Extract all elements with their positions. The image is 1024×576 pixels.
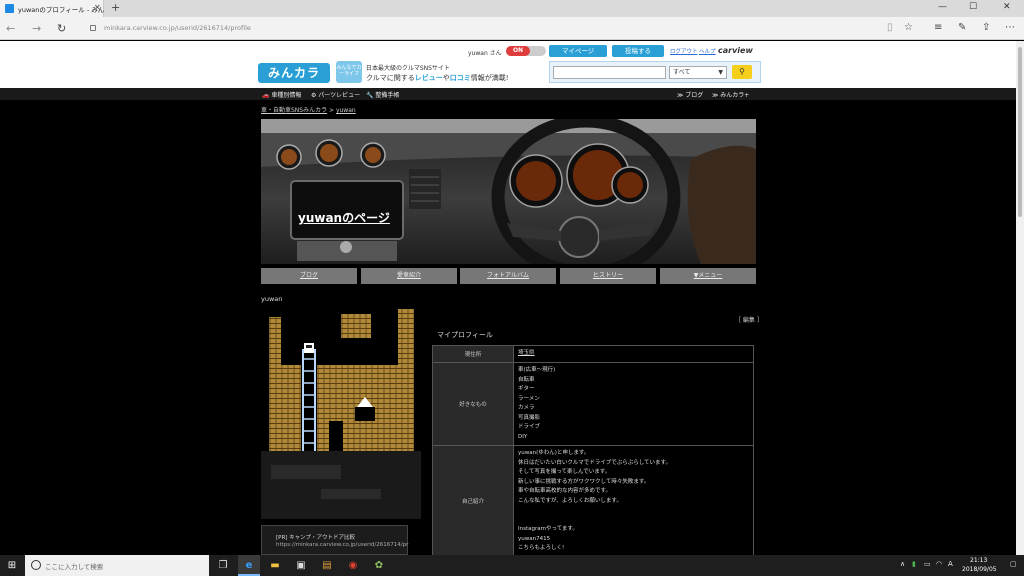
windows-start-icon[interactable]: ⊞ xyxy=(0,555,24,576)
search-input[interactable] xyxy=(553,66,666,79)
favorite-star-icon[interactable]: ☆ xyxy=(904,22,913,33)
tab-photo-album[interactable]: フォトアルバム xyxy=(460,268,556,284)
app-icon[interactable]: ✿ xyxy=(368,555,390,576)
taskbar-search-box[interactable]: ここに入力して検索 🎙 xyxy=(25,555,230,576)
nav-car-info[interactable]: 🚗 車種別情報 xyxy=(262,90,301,99)
breadcrumb-home[interactable]: 車・自動車SNSみんカラ xyxy=(261,107,327,114)
banner-title[interactable]: yuwanのページ xyxy=(298,209,390,226)
close-tab-icon[interactable]: ✕ xyxy=(94,3,101,12)
task-view-icon[interactable]: ❐ xyxy=(212,555,234,576)
url-field[interactable]: minkara.carview.co.jp/userid/2616714/pro… xyxy=(104,24,251,32)
nav-minkara-plus[interactable]: ≫ みんカラ+ xyxy=(712,90,749,99)
section-title: マイプロフィール xyxy=(437,331,493,339)
tab-car[interactable]: 愛車紹介 xyxy=(361,268,457,284)
page-viewport: みんカラ みんなでカーライフ 日本最大級のクルマSNSサイト クルマに関するレビ… xyxy=(0,41,1016,555)
tab-bar: yuwanのプロフィール - みん ✕ + — ☐ ✕ xyxy=(0,0,1024,17)
avatar[interactable] xyxy=(261,309,421,519)
refresh-icon[interactable]: ↻ xyxy=(57,22,66,35)
edge-browser-icon[interactable]: e xyxy=(238,555,260,576)
tagline: 日本最大級のクルマSNSサイト xyxy=(366,65,450,72)
scrollbar-thumb[interactable] xyxy=(1018,47,1022,217)
ime-indicator[interactable]: A xyxy=(948,560,953,568)
battery-icon[interactable]: ▮ xyxy=(912,560,916,568)
minimize-icon[interactable]: — xyxy=(938,2,947,12)
logo-badge: みんなでカーライフ xyxy=(336,61,362,83)
new-tab-icon[interactable]: + xyxy=(111,1,120,14)
notification-toggle[interactable]: ON xyxy=(506,46,546,56)
residence-value[interactable]: 埼玉県 xyxy=(518,350,535,356)
nav-maintenance[interactable]: 🔧 整備手帳 xyxy=(366,90,399,99)
address-bar: ← → ↻ minkara.carview.co.jp/userid/26167… xyxy=(0,17,1024,40)
network-icon[interactable]: ▭ xyxy=(924,560,931,568)
global-nav: 🚗 車種別情報 ⚙ パーツレビュー 🔧 整備手帳 ≫ ブログ ≫ みんカラ+ xyxy=(0,88,1016,100)
search-button[interactable]: ⚲ xyxy=(732,65,752,79)
user-name: yuwan さん xyxy=(468,50,502,57)
tray-chevron-icon[interactable]: ∧ xyxy=(900,560,905,568)
help-link[interactable]: ヘルプ xyxy=(699,47,716,55)
tab-history[interactable]: ヒストリー xyxy=(560,268,656,284)
likes-list: 車(広車～現行) 自転車 ギター ラーメン カメラ 写真撮影 ドライブ DIY xyxy=(513,362,754,446)
browser-window: yuwanのプロフィール - みん ✕ + — ☐ ✕ ← → ↻ minkar… xyxy=(0,0,1024,576)
intro-label: 自己紹介 xyxy=(432,445,514,555)
page-scrollbar[interactable] xyxy=(1016,41,1024,555)
avatar-image xyxy=(261,309,421,519)
avatar-caption[interactable]: [PR] キャンプ・アウトドア比較 https://minkara.carvie… xyxy=(261,525,408,555)
hub-icon[interactable]: ≡ xyxy=(934,22,942,33)
chevron-down-icon: ▼ xyxy=(718,69,723,76)
share-icon[interactable]: ⇪ xyxy=(982,22,990,33)
intro-text: yuwan(ゆわん)と申します。 休日はだいたい白いクルマでドライブでぶらぶらし… xyxy=(513,445,754,555)
logout-link[interactable]: ログアウト xyxy=(670,47,698,55)
avatar-caption-url: https://minkara.carview.co.jp/userid/261… xyxy=(276,542,409,548)
profile-handle: yuwan xyxy=(261,295,283,303)
breadcrumb: 車・自動車SNSみんカラ > yuwan xyxy=(261,107,356,114)
store-icon[interactable]: ▣ xyxy=(290,555,312,576)
clock-date[interactable]: 2018/09/05 xyxy=(962,566,997,573)
cortana-icon xyxy=(31,560,41,570)
back-icon[interactable]: ← xyxy=(6,22,15,35)
tagline-sub: クルマに関するレビューや口コミ情報が満載! xyxy=(366,74,509,82)
carview-logo[interactable]: carview xyxy=(718,46,753,55)
clock-time[interactable]: 21:13 xyxy=(970,557,987,564)
notes-icon[interactable]: ✎ xyxy=(958,22,966,33)
taskbar: ⊞ ここに入力して検索 🎙 ❐ e ▬ ▣ ▤ ◉ ✿ ∧ ▮ ▭ ◠ A 21… xyxy=(0,555,1024,576)
tab-title: yuwanのプロフィール - みん xyxy=(18,6,105,14)
mypage-button[interactable]: マイページ xyxy=(549,45,607,57)
search-category-select[interactable]: すべて ▼ xyxy=(669,66,727,79)
table-row: 好きなもの 車(広車～現行) 自転車 ギター ラーメン カメラ 写真撮影 ドライ… xyxy=(432,362,754,446)
profile-table: 現住所 埼玉県 好きなもの 車(広車～現行) 自転車 ギター ラーメン カメラ … xyxy=(432,345,754,555)
close-window-icon[interactable]: ✕ xyxy=(1003,2,1011,12)
car-interior-photo xyxy=(261,119,756,264)
tab-blog[interactable]: ブログ xyxy=(261,268,357,284)
nav-blog[interactable]: ≫ ブログ xyxy=(677,90,703,99)
avatar-caption-title: [PR] キャンプ・アウトドア比較 xyxy=(276,535,356,541)
photos-icon[interactable]: ▤ xyxy=(316,555,338,576)
search-icon: ⚲ xyxy=(739,67,745,76)
chrome-icon[interactable]: ◉ xyxy=(342,555,364,576)
more-icon[interactable]: ⋯ xyxy=(1005,22,1015,33)
residence-label: 現住所 xyxy=(432,345,514,363)
nav-parts-review[interactable]: ⚙ パーツレビュー xyxy=(311,90,360,99)
table-row: 現住所 埼玉県 xyxy=(432,345,754,363)
lock-icon xyxy=(90,25,96,31)
reading-view-icon[interactable]: ▯ xyxy=(887,22,893,33)
post-button[interactable]: 投稿する xyxy=(612,45,664,57)
site-favicon-icon xyxy=(5,4,14,13)
likes-label: 好きなもの xyxy=(432,362,514,446)
forward-icon[interactable]: → xyxy=(32,22,41,35)
browser-tab[interactable]: yuwanのプロフィール - みん ✕ xyxy=(0,0,104,17)
site-logo[interactable]: みんカラ xyxy=(258,63,330,83)
taskbar-search-placeholder: ここに入力して検索 xyxy=(45,563,104,571)
profile-banner: yuwanのページ xyxy=(261,119,756,264)
file-explorer-icon[interactable]: ▬ xyxy=(264,555,286,576)
wifi-icon[interactable]: ◠ xyxy=(936,560,942,568)
edit-link[interactable]: ［ 編集 ］ xyxy=(735,315,763,324)
search-panel: すべて ▼ ⚲ xyxy=(549,61,761,83)
breadcrumb-current[interactable]: yuwan xyxy=(336,107,356,114)
action-center-icon[interactable]: ▢ xyxy=(1010,560,1017,568)
table-row: 自己紹介 yuwan(ゆわん)と申します。 休日はだいたい白いクルマでドライブで… xyxy=(432,445,754,555)
tab-menu[interactable]: ▼メニュー xyxy=(660,268,756,284)
maximize-icon[interactable]: ☐ xyxy=(969,2,977,12)
site-header: みんカラ みんなでカーライフ 日本最大級のクルマSNSサイト クルマに関するレビ… xyxy=(0,41,1016,88)
